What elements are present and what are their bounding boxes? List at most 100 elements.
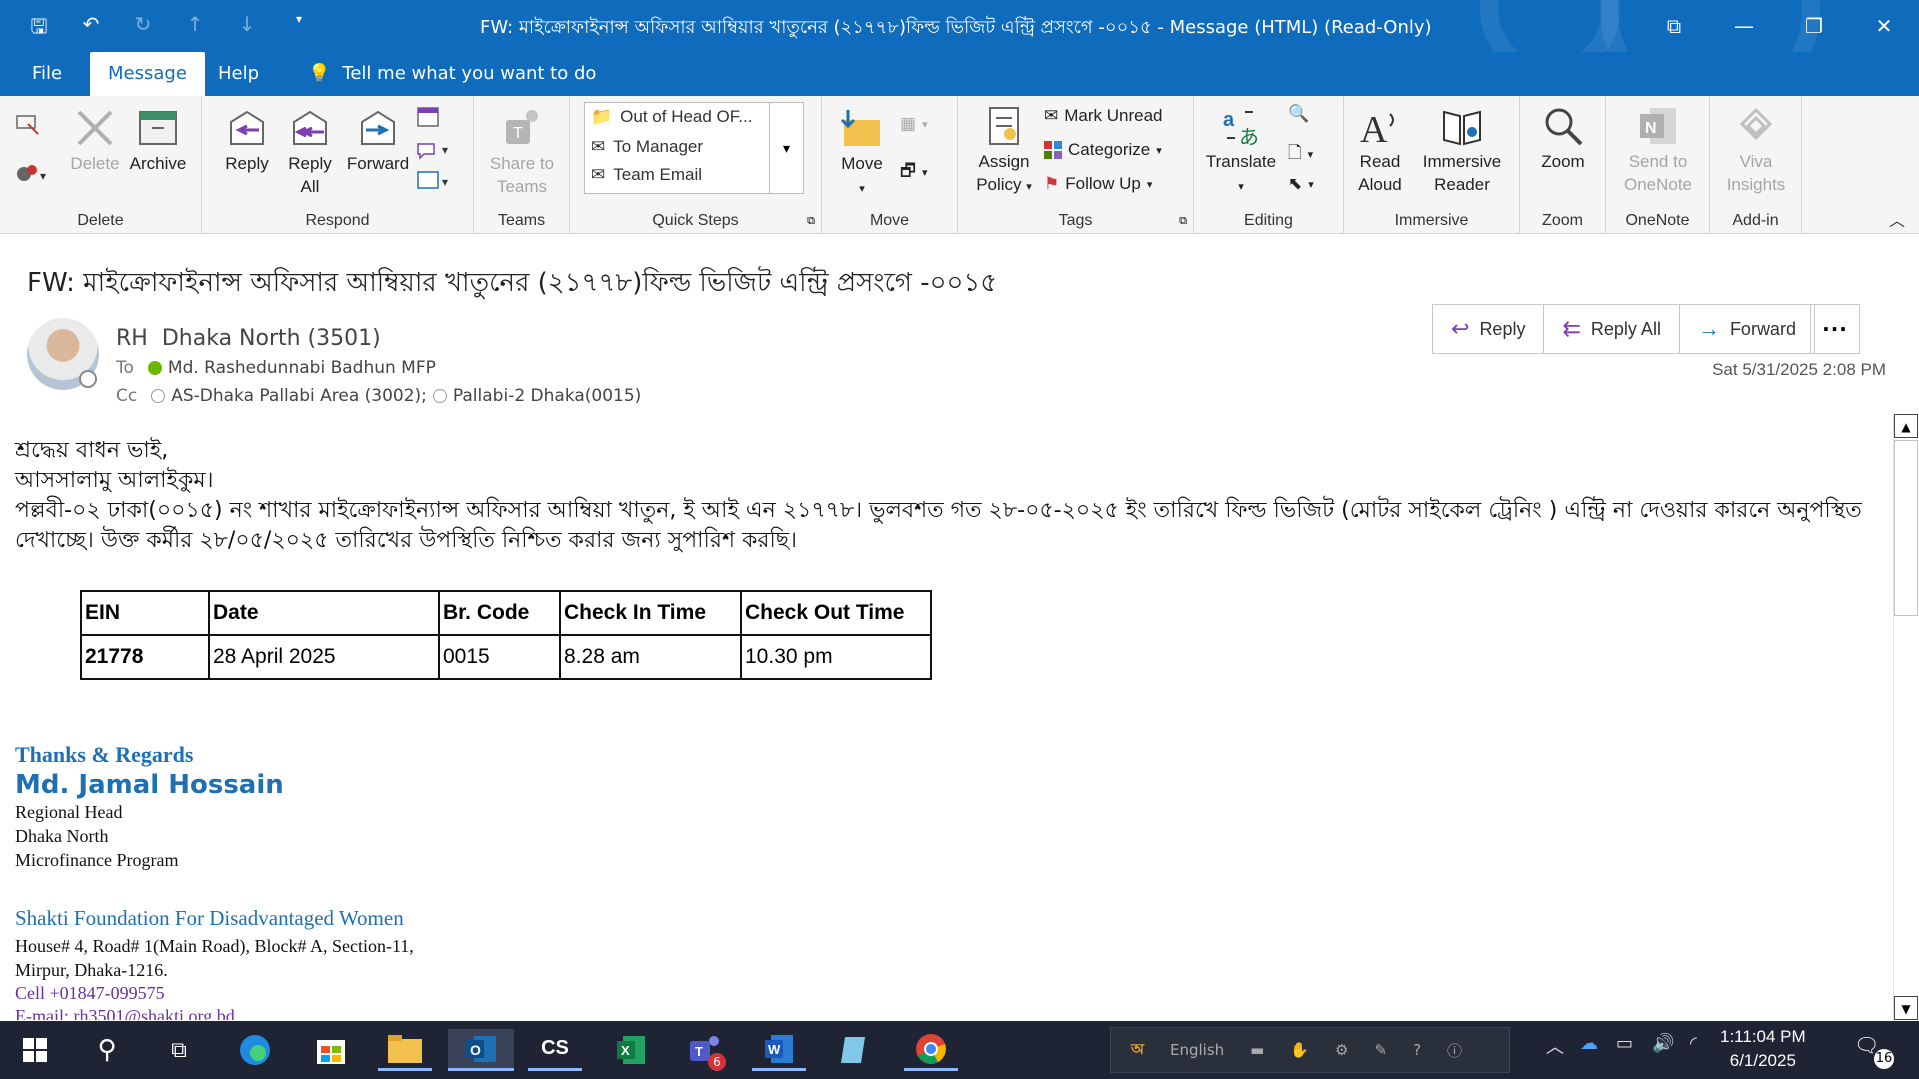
delete-button[interactable]: Delete [66, 106, 124, 175]
help-icon[interactable]: ? [1413, 1041, 1421, 1059]
meeting-reply-icon[interactable] [416, 104, 440, 128]
settings-gear-icon[interactable]: ⚙ [1335, 1041, 1348, 1059]
tab-file[interactable]: File [14, 52, 80, 96]
bangla-input-icon[interactable]: অ [1131, 1038, 1144, 1063]
notepad-icon[interactable] [826, 1029, 880, 1071]
start-icon[interactable] [8, 1029, 62, 1071]
sender[interactable]: RH Dhaka North (3501) [116, 326, 381, 351]
read-aloud-button[interactable]: A Read Aloud [1350, 104, 1410, 196]
dialog-launcher-icon[interactable]: ⧉ [807, 215, 815, 228]
mark-unread-button[interactable]: ✉ Mark Unread [1044, 106, 1163, 126]
actions-icon[interactable]: 🗗 ▾ [900, 158, 928, 187]
cc-recipient[interactable]: AS-Dhaka Pallabi Area (3002); [171, 386, 427, 406]
scroll-up-icon[interactable]: ▲ [1894, 414, 1918, 438]
archive-button[interactable]: Archive [128, 106, 188, 175]
next-item-icon[interactable]: ↓ [236, 12, 258, 46]
battery-icon[interactable]: ▭ [1616, 1033, 1633, 1054]
maximize-icon[interactable]: ❐ [1779, 0, 1849, 52]
scroll-thumb[interactable] [1894, 440, 1918, 616]
language-label[interactable]: English [1170, 1041, 1224, 1059]
wifi-icon[interactable]: ◜ [1690, 1033, 1697, 1054]
tab-help[interactable]: Help [200, 52, 277, 96]
word-icon[interactable]: W [752, 1029, 806, 1071]
select-icon[interactable]: ⬉ ▾ [1288, 174, 1314, 194]
viva-insights-button[interactable]: Viva Insights [1718, 104, 1794, 196]
more-respond-icon[interactable]: ▾ [416, 168, 456, 192]
notification-count: 16 [1874, 1049, 1894, 1069]
vertical-scrollbar[interactable]: ▲ ▼ [1893, 414, 1918, 1020]
rules-icon[interactable]: ▦ ▾ [900, 114, 928, 134]
move-button[interactable]: Move ▾ [834, 106, 890, 201]
signature-email-link[interactable]: E-mail: rh3501@shakti.org.bd [15, 1006, 235, 1020]
search-icon[interactable]: ⚲ [80, 1029, 134, 1071]
to-recipient[interactable]: Md. Rashedunnabi Badhun MFP [168, 358, 436, 378]
chrome-icon[interactable] [904, 1029, 958, 1071]
teams-icon[interactable]: T 6 [678, 1029, 732, 1071]
keyboard-icon[interactable]: ▬ [1250, 1041, 1264, 1059]
scroll-down-icon[interactable]: ▼ [1894, 996, 1918, 1020]
quick-step-out-of-head[interactable]: 📁 Out of Head OF... [591, 107, 752, 127]
store-icon[interactable] [304, 1029, 358, 1071]
group-label-teams: Teams [497, 212, 546, 229]
redo-icon[interactable]: ↻ [132, 12, 154, 46]
close-icon[interactable]: ✕ [1849, 0, 1919, 52]
svg-text:T: T [695, 1044, 703, 1059]
forward-action-button[interactable]: → Forward [1680, 305, 1814, 353]
greeting: শ্রদ্ধেয় বাধন ভাই, [15, 438, 169, 463]
show-hidden-icons-icon[interactable]: ︿ [1546, 1033, 1564, 1059]
file-explorer-icon[interactable] [378, 1029, 432, 1071]
collapse-ribbon-icon[interactable]: ︿ [1889, 207, 1905, 231]
find-icon[interactable]: 🔍 [1288, 104, 1309, 124]
im-reply-icon[interactable]: ▾ [416, 136, 456, 160]
share-to-teams-button[interactable]: T Share to Teams [484, 106, 560, 198]
save-icon[interactable]: 🖫 [28, 12, 50, 46]
reply-all-button[interactable]: Reply All [282, 106, 338, 198]
quick-steps-expand-icon[interactable]: ▾ [769, 103, 803, 193]
volume-icon[interactable]: 🔊 [1652, 1033, 1674, 1054]
ignore-icon[interactable] [14, 110, 40, 136]
customize-toolbar-icon[interactable]: ▾ [288, 12, 310, 46]
translate-button[interactable]: aあ Translate ▾ [1204, 104, 1278, 199]
immersive-reader-icon [1443, 110, 1481, 146]
tell-me-search[interactable]: 💡 Tell me what you want to do [290, 52, 614, 96]
hand-icon[interactable]: ✋ [1290, 1041, 1309, 1059]
minimize-icon[interactable]: — [1709, 0, 1779, 52]
categorize-button[interactable]: Categorize ▾ [1044, 140, 1162, 160]
related-icon[interactable]: 🗋 ▾ [1288, 140, 1313, 169]
onedrive-icon[interactable]: ☁ [1580, 1033, 1598, 1054]
reply-button[interactable]: Reply [216, 106, 278, 175]
quick-step-team-email[interactable]: ✉ Team Email [591, 165, 702, 185]
cc-recipient[interactable]: Pallabi-2 Dhaka(0015) [453, 386, 641, 406]
follow-up-button[interactable]: ⚑ Follow Up ▾ [1044, 174, 1152, 194]
ribbon-display-icon[interactable]: ⧉ [1639, 0, 1709, 52]
edge-icon[interactable] [228, 1029, 282, 1071]
zoom-button[interactable]: Zoom [1532, 104, 1594, 173]
task-view-icon[interactable]: ⧉ [152, 1029, 206, 1071]
excel-icon[interactable]: X [604, 1029, 658, 1071]
archive-icon [139, 111, 177, 145]
undo-icon[interactable]: ↶ [80, 12, 102, 46]
presence-available-icon [147, 361, 162, 375]
cleanup-icon[interactable]: ▾ [14, 158, 50, 184]
previous-item-icon[interactable]: ↑ [184, 12, 206, 46]
immersive-reader-button[interactable]: Immersive Reader [1414, 104, 1510, 196]
dialog-launcher-icon[interactable]: ⧉ [1179, 215, 1187, 228]
notification-center-icon[interactable]: 🗨 16 [1854, 1033, 1894, 1069]
outlook-icon[interactable]: O [448, 1029, 514, 1071]
window-controls: ⧉ — ❐ ✕ [1639, 0, 1919, 52]
edit-icon[interactable]: ✎ [1375, 1041, 1388, 1059]
assign-policy-button[interactable]: Assign Policy ▾ [968, 104, 1040, 199]
quick-step-to-manager[interactable]: ✉ To Manager [591, 137, 703, 157]
language-bar: অ English ▬ ✋ ⚙ ✎ ? ⓘ [1110, 1027, 1510, 1073]
more-actions-icon[interactable]: ··· [1810, 304, 1860, 354]
send-to-onenote-button[interactable]: N Send to OneNote [1614, 104, 1702, 196]
system-clock[interactable]: 1:11:04 PM 6/1/2025 [1720, 1025, 1806, 1073]
info-icon[interactable]: ⓘ [1447, 1040, 1462, 1061]
tab-message[interactable]: Message [90, 52, 205, 96]
forward-button[interactable]: Forward [342, 106, 414, 175]
sender-avatar[interactable] [27, 318, 99, 390]
cs-app-icon[interactable]: CS [528, 1029, 582, 1071]
reply-all-action-button[interactable]: ⇇ Reply All [1544, 305, 1680, 353]
taskbar: ⚲ ⧉ O CS X T 6 W অ English ▬ ✋ ⚙ ✎ ? ⓘ ︿… [0, 1021, 1919, 1079]
reply-action-button[interactable]: ↩ Reply [1433, 305, 1545, 353]
